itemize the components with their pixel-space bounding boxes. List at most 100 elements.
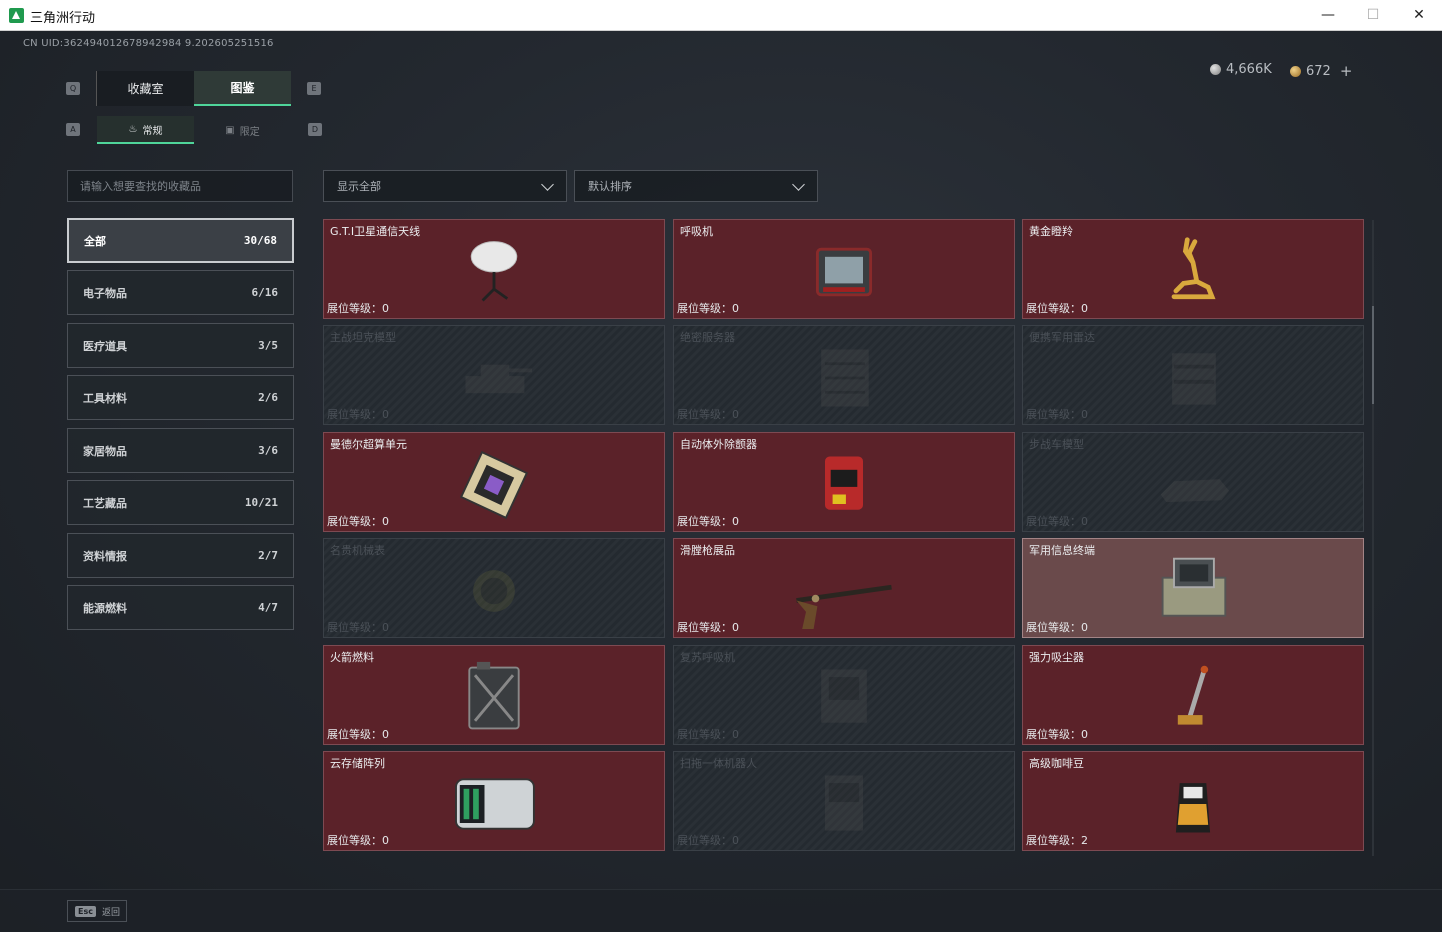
collectible-card[interactable]: G.T.I卫星通信天线 展位等级：0 — [323, 219, 665, 319]
filter-dropdown[interactable]: 显示全部 — [323, 170, 567, 202]
booth-level: 展位等级：0 — [677, 619, 739, 635]
category-all[interactable]: 全部 30/68 — [67, 218, 294, 263]
booth-level-label: 展位等级： — [327, 834, 382, 847]
player-uid: CN UID:362494012678942984 9.202605251516 — [23, 38, 274, 49]
booth-level-value: 0 — [382, 621, 389, 634]
collectible-card[interactable]: 步战车模型展位等级：0 — [1022, 432, 1364, 532]
robot-vacuum-icon — [825, 775, 863, 831]
collectible-card[interactable]: 云存储阵列展位等级：0 — [323, 751, 665, 851]
chevron-down-icon — [792, 178, 805, 191]
booth-level: 展位等级：0 — [327, 513, 389, 529]
collectible-name: 便携军用雷达 — [1029, 331, 1095, 344]
storage-array-icon — [455, 778, 535, 830]
grid-scrollbar-thumb[interactable] — [1372, 306, 1374, 404]
category-household[interactable]: 家居物品 3/6 — [67, 428, 294, 473]
collectible-name: 滑膛枪展品 — [680, 544, 735, 557]
collectible-name: 云存储阵列 — [330, 757, 385, 770]
category-label: 医疗道具 — [83, 339, 127, 353]
collectible-name: 扫拖一体机器人 — [680, 757, 757, 770]
collectible-card[interactable]: 黄金瞪羚 展位等级：0 — [1022, 219, 1364, 319]
category-count: 4/7 — [258, 601, 278, 614]
sort-dropdown[interactable]: 默认排序 — [574, 170, 818, 202]
collectible-card[interactable]: 火箭燃料 展位等级：0 — [323, 645, 665, 745]
category-label: 电子物品 — [83, 286, 127, 300]
collectible-card[interactable]: 强力吸尘器 展位等级：0 — [1022, 645, 1364, 745]
radar-icon — [1172, 353, 1216, 405]
collectible-name: 曼德尔超算单元 — [330, 438, 407, 451]
booth-level: 展位等级：0 — [1026, 513, 1088, 529]
flame-icon: ♨ — [128, 123, 138, 135]
picture-icon: ▣ — [225, 124, 235, 136]
booth-level-value: 0 — [382, 302, 389, 315]
collectible-card[interactable]: 复苏呼吸机 展位等级：0 — [673, 645, 1015, 745]
gold-amount: 672 — [1306, 63, 1331, 79]
collectible-card[interactable]: 绝密服务器 展位等级：0 — [673, 325, 1015, 425]
collectible-card[interactable]: 便携军用雷达 展位等级：0 — [1022, 325, 1364, 425]
booth-level-label: 展位等级： — [327, 621, 382, 634]
add-currency-button[interactable]: + — [1340, 62, 1353, 80]
filter-dropdown-value: 显示全部 — [337, 180, 381, 193]
minimize-button[interactable]: — — [1305, 0, 1351, 31]
collectible-card[interactable]: 曼德尔超算单元 展位等级：0 — [323, 432, 665, 532]
category-label: 能源燃料 — [83, 601, 127, 615]
collectible-name: 黄金瞪羚 — [1029, 225, 1073, 238]
key-hint-q: Q — [66, 82, 80, 95]
booth-level: 展位等级：2 — [1026, 832, 1088, 848]
booth-level-label: 展位等级： — [677, 408, 732, 421]
collectible-card[interactable]: 高级咖啡豆 展位等级：2 — [1022, 751, 1364, 851]
back-button[interactable]: Esc 返回 — [67, 900, 127, 922]
silver-amount: 4,666K — [1226, 62, 1272, 77]
collectible-name: 呼吸机 — [680, 225, 713, 238]
silver-currency: 4,666K — [1210, 62, 1272, 77]
collectible-card[interactable]: 滑膛枪展品展位等级：0 — [673, 538, 1015, 638]
booth-level: 展位等级：0 — [1026, 726, 1088, 742]
key-hint-d: D — [308, 123, 322, 136]
category-medical[interactable]: 医疗道具 3/5 — [67, 323, 294, 368]
category-fuel[interactable]: 能源燃料 4/7 — [67, 585, 294, 630]
category-crafts[interactable]: 工艺藏品 10/21 — [67, 480, 294, 525]
satellite-dish-icon — [470, 241, 518, 302]
category-intel[interactable]: 资料情报 2/7 — [67, 533, 294, 578]
booth-level-value: 0 — [1081, 728, 1088, 741]
tab-limited[interactable]: ▣ 限定 — [194, 116, 291, 144]
tab-collection-room[interactable]: 收藏室 — [96, 71, 194, 106]
search-input[interactable]: 请输入想要查找的收藏品 — [67, 170, 293, 202]
musket-icon — [796, 584, 892, 629]
booth-level-label: 展位等级： — [1026, 302, 1081, 315]
chevron-down-icon — [541, 178, 554, 191]
collectible-card[interactable]: 呼吸机 展位等级：0 — [673, 219, 1015, 319]
tank-model-icon — [465, 364, 532, 394]
booth-level-value: 2 — [1081, 834, 1088, 847]
category-label: 工艺藏品 — [83, 496, 127, 510]
booth-level-value: 0 — [1081, 408, 1088, 421]
tab-normal[interactable]: ♨ 常规 — [97, 116, 194, 144]
close-button[interactable]: ✕ — [1396, 0, 1442, 31]
booth-level-value: 0 — [382, 834, 389, 847]
collectible-card[interactable]: 自动体外除颤器 展位等级：0 — [673, 432, 1015, 532]
maximize-button[interactable]: ☐ — [1350, 0, 1396, 31]
collectible-name: G.T.I卫星通信天线 — [330, 225, 421, 238]
collectible-card[interactable]: 扫拖一体机器人 展位等级：0 — [673, 751, 1015, 851]
tab-normal-label: 常规 — [142, 125, 163, 137]
collectible-card[interactable]: 军用信息终端 展位等级：0 — [1022, 538, 1364, 638]
booth-level-value: 0 — [1081, 621, 1088, 634]
booth-level-value: 0 — [732, 515, 739, 528]
tab-limited-label: 限定 — [239, 126, 260, 138]
booth-level-label: 展位等级： — [327, 408, 382, 421]
booth-level-value: 0 — [732, 728, 739, 741]
terminal-icon — [1161, 557, 1227, 617]
booth-level-label: 展位等级： — [327, 302, 382, 315]
category-count: 2/6 — [258, 391, 278, 404]
booth-level-value: 0 — [732, 408, 739, 421]
collectible-name: 名贵机械表 — [330, 544, 385, 557]
category-tools[interactable]: 工具材料 2/6 — [67, 375, 294, 420]
collectible-card[interactable]: 名贵机械表展位等级：0 — [323, 538, 665, 638]
collectible-card[interactable]: 主战坦克模型 展位等级：0 — [323, 325, 665, 425]
collectible-name: 军用信息终端 — [1029, 544, 1095, 557]
tab-atlas[interactable]: 图鉴 — [194, 71, 291, 106]
collectible-name: 步战车模型 — [1029, 438, 1084, 451]
collectible-name: 主战坦克模型 — [330, 331, 396, 344]
resuscitator-icon — [821, 669, 867, 723]
booth-level: 展位等级：0 — [327, 832, 389, 848]
category-electronics[interactable]: 电子物品 6/16 — [67, 270, 294, 315]
